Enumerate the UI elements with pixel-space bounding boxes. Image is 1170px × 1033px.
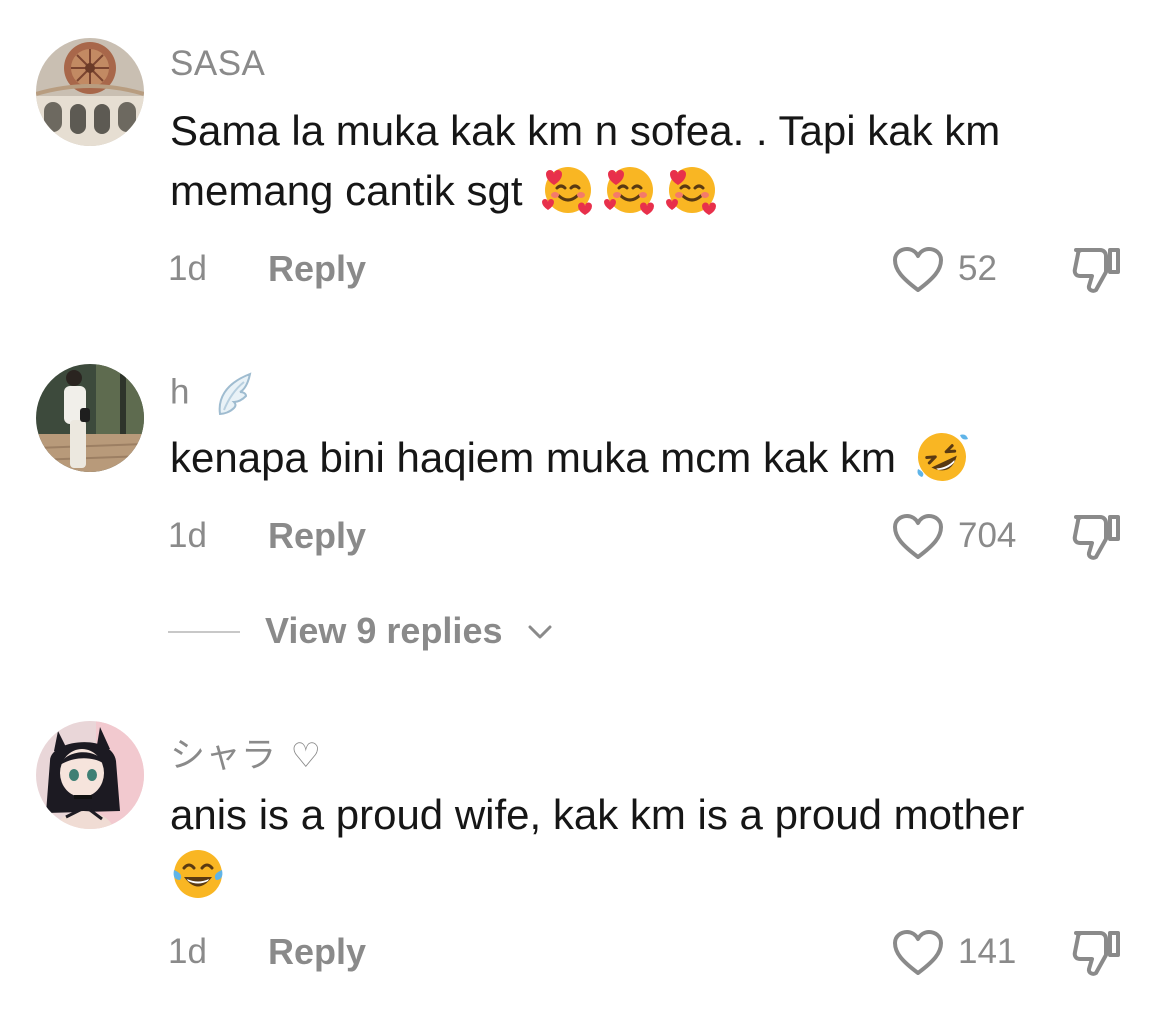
comment-text: anis is a proud wife, kak km is a proud … [170, 785, 1145, 906]
heart-symbol: ♡ [290, 737, 322, 775]
reply-button[interactable]: Reply [268, 931, 366, 973]
like-count: 141 [958, 932, 1017, 971]
dislike-icon[interactable] [1070, 927, 1124, 979]
avatar[interactable] [36, 721, 144, 829]
comment-item: シャラ ♡ anis is a proud wife, kak km is a p… [0, 0, 1170, 1033]
anime-girl-avatar-icon [36, 721, 144, 829]
username-text: シャラ [170, 736, 277, 775]
username[interactable]: シャラ ♡ [170, 727, 322, 778]
timestamp: 1d [168, 932, 207, 971]
face-with-tears-of-joy-icon [173, 849, 223, 898]
heart-icon[interactable] [892, 929, 944, 977]
comment-text-line: anis is a proud wife, kak km is a proud … [170, 791, 1025, 838]
